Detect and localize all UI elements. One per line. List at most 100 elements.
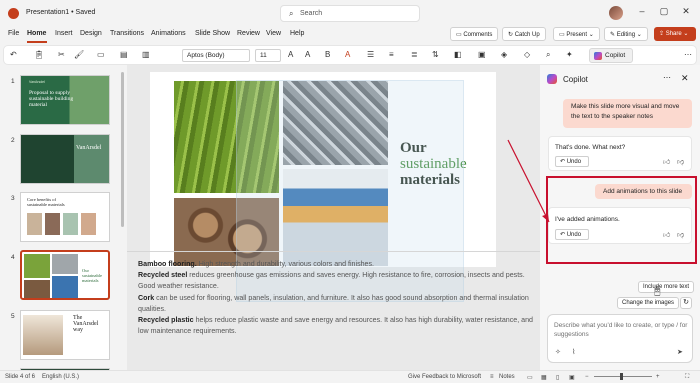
zoom-slider[interactable] (594, 376, 652, 377)
document-title[interactable]: Presentation1 • Saved (26, 9, 95, 16)
font-color-icon[interactable]: A (345, 50, 350, 59)
clipboard-icon[interactable]: 📋︎ (34, 50, 44, 59)
comments-button[interactable]: ▭ Comments (450, 27, 499, 41)
decrease-font-icon[interactable]: A (305, 50, 310, 59)
reading-view-icon[interactable]: ▯ (556, 374, 559, 381)
shape-fill-icon[interactable]: ◈ (501, 50, 507, 59)
editing-mode-button[interactable]: ✎ Editing ⌄ (604, 27, 648, 41)
copilot-response-card: That's done. What next? ↶ Undo 👍︎ 👎︎ (548, 136, 692, 171)
thumbnail-title: Our sustainable materials (82, 268, 102, 283)
slide-thumbnail-1[interactable]: VanArsdel Proposal to supply sustainable… (20, 75, 110, 125)
layout-icon[interactable]: ▤ (120, 50, 128, 59)
speaker-notes[interactable]: Bamboo flooring. High strength and durab… (138, 259, 534, 337)
undo-icon[interactable]: ↶ (10, 50, 17, 59)
tab-view[interactable]: View (266, 30, 281, 37)
share-icon: ⇪ (659, 31, 666, 37)
thumbnail-image (24, 280, 50, 298)
tab-slide-show[interactable]: Slide Show (195, 30, 230, 37)
section-icon[interactable]: ▥ (142, 50, 150, 59)
shape-outline-icon[interactable]: ◇ (524, 50, 530, 59)
font-family-select[interactable]: Aptos (Body) (182, 49, 250, 62)
tab-file[interactable]: File (8, 30, 19, 37)
copilot-prompt-input[interactable]: Describe what you'd like to create, or t… (547, 314, 693, 363)
zoom-slider-handle[interactable] (620, 373, 623, 380)
arrange-icon[interactable]: ▣ (478, 50, 486, 59)
align-icon[interactable]: ≣ (411, 50, 418, 59)
format-painter-icon[interactable]: 🖌︎ (74, 50, 84, 59)
bold-icon[interactable]: B (325, 50, 330, 59)
avatar[interactable] (609, 6, 623, 20)
increase-font-icon[interactable]: A (288, 50, 293, 59)
suggestion-change-images[interactable]: Change the images (617, 297, 680, 309)
designer-icon[interactable]: ✦ (566, 50, 573, 59)
slide-thumbnail-5[interactable]: The VanArsdel way (20, 310, 110, 360)
tab-insert[interactable]: Insert (55, 30, 73, 37)
maximize-icon[interactable]: ▢ (657, 6, 671, 17)
slideshow-view-icon[interactable]: ▣ (569, 374, 575, 381)
feedback-link[interactable]: Give Feedback to Microsoft (408, 374, 481, 380)
notes-bold-term: Bamboo flooring. (138, 260, 197, 268)
active-tab-indicator (27, 41, 47, 43)
catch-up-label: Catch Up (514, 32, 540, 38)
bullets-icon[interactable]: ☰ (367, 50, 374, 59)
zoom-out-icon[interactable]: − (585, 374, 589, 380)
tab-review[interactable]: Review (237, 30, 260, 37)
suggestion-include-more-text[interactable]: Include more text (638, 281, 695, 293)
slide-thumbnail-3[interactable]: Core benefits of sustainable materials (20, 192, 110, 242)
thumbnail-image (52, 276, 78, 298)
more-options-icon[interactable]: ⋯ (684, 50, 692, 59)
tab-transitions[interactable]: Transitions (110, 30, 144, 37)
notes-text: helps reduce plastic waste and save ener… (138, 316, 533, 336)
notes-bold-term: Recycled plastic (138, 316, 194, 325)
normal-view-icon[interactable]: ▭ (527, 374, 533, 381)
notes-toggle[interactable]: Notes (499, 374, 515, 380)
thumbs-down-icon[interactable]: 👎︎ (677, 157, 684, 166)
tab-design[interactable]: Design (80, 30, 102, 37)
thumbnail-title: The VanArsdel way (73, 315, 99, 333)
scissors-icon[interactable]: ✂ (58, 50, 65, 59)
notes-divider[interactable] (127, 251, 540, 252)
notes-paragraph: Cork can be used for flooring, wall pane… (138, 293, 534, 315)
notes-paragraph: Recycled steel reduces greenhouse gas em… (138, 270, 534, 292)
notes-icon[interactable]: ≡ (490, 374, 494, 380)
title-bar: Presentation1 • Saved ⌕ Search – ▢ ✕ (0, 0, 700, 27)
font-size-select[interactable]: 11 (255, 49, 281, 62)
zoom-in-icon[interactable]: + (656, 374, 660, 380)
send-icon[interactable]: ➤ (677, 348, 683, 356)
search-input[interactable]: ⌕ Search (280, 5, 420, 22)
thumbnail-scrollbar[interactable] (121, 72, 124, 227)
refresh-suggestions-icon[interactable]: ↻ (680, 297, 692, 309)
fit-to-window-icon[interactable]: ⛶ (685, 374, 689, 381)
close-icon[interactable]: ✕ (681, 73, 689, 84)
find-icon[interactable]: ⌕ (546, 50, 550, 60)
thumbnail-image (23, 315, 63, 355)
copilot-button[interactable]: Copilot (589, 48, 633, 63)
more-options-icon[interactable]: ⋯ (663, 73, 671, 82)
slide-sorter-icon[interactable]: ▦ (541, 374, 547, 381)
new-slide-icon[interactable]: ▭ (97, 50, 105, 59)
present-label: Present (566, 32, 588, 38)
catch-up-button[interactable]: ↻ Catch Up (502, 27, 546, 41)
tab-home[interactable]: Home (27, 30, 46, 37)
attach-icon[interactable]: ⌇ (572, 348, 575, 356)
slide-thumbnail-pane: 1 VanArsdel Proposal to supply sustainab… (0, 65, 127, 374)
notes-bold-term: Cork (138, 293, 155, 302)
minimize-icon[interactable]: – (635, 6, 649, 16)
present-button[interactable]: ▭ Present ⌄ (553, 27, 600, 41)
sparkle-icon[interactable]: ✧ (555, 348, 561, 356)
language-indicator[interactable]: English (U.S.) (42, 374, 79, 380)
undo-icon: ↶ (560, 159, 567, 165)
line-spacing-icon[interactable]: ≡ (389, 50, 394, 59)
share-button[interactable]: ⇪ Share ⌄ (654, 27, 696, 41)
slide-number: 5 (11, 313, 15, 320)
close-window-icon[interactable]: ✕ (679, 6, 693, 17)
undo-label: Undo (566, 159, 582, 165)
thumbs-up-icon[interactable]: 👍︎ (663, 157, 670, 166)
text-direction-icon[interactable]: ⇅ (432, 50, 439, 59)
tab-help[interactable]: Help (290, 30, 304, 37)
slide-thumbnail-2[interactable]: VanArsdel (20, 134, 110, 184)
tab-animations[interactable]: Animations (151, 30, 186, 37)
shapes-icon[interactable]: ◧ (454, 50, 462, 59)
undo-button[interactable]: ↶ Undo (555, 156, 589, 167)
slide-thumbnail-4[interactable]: Our sustainable materials (20, 250, 110, 300)
